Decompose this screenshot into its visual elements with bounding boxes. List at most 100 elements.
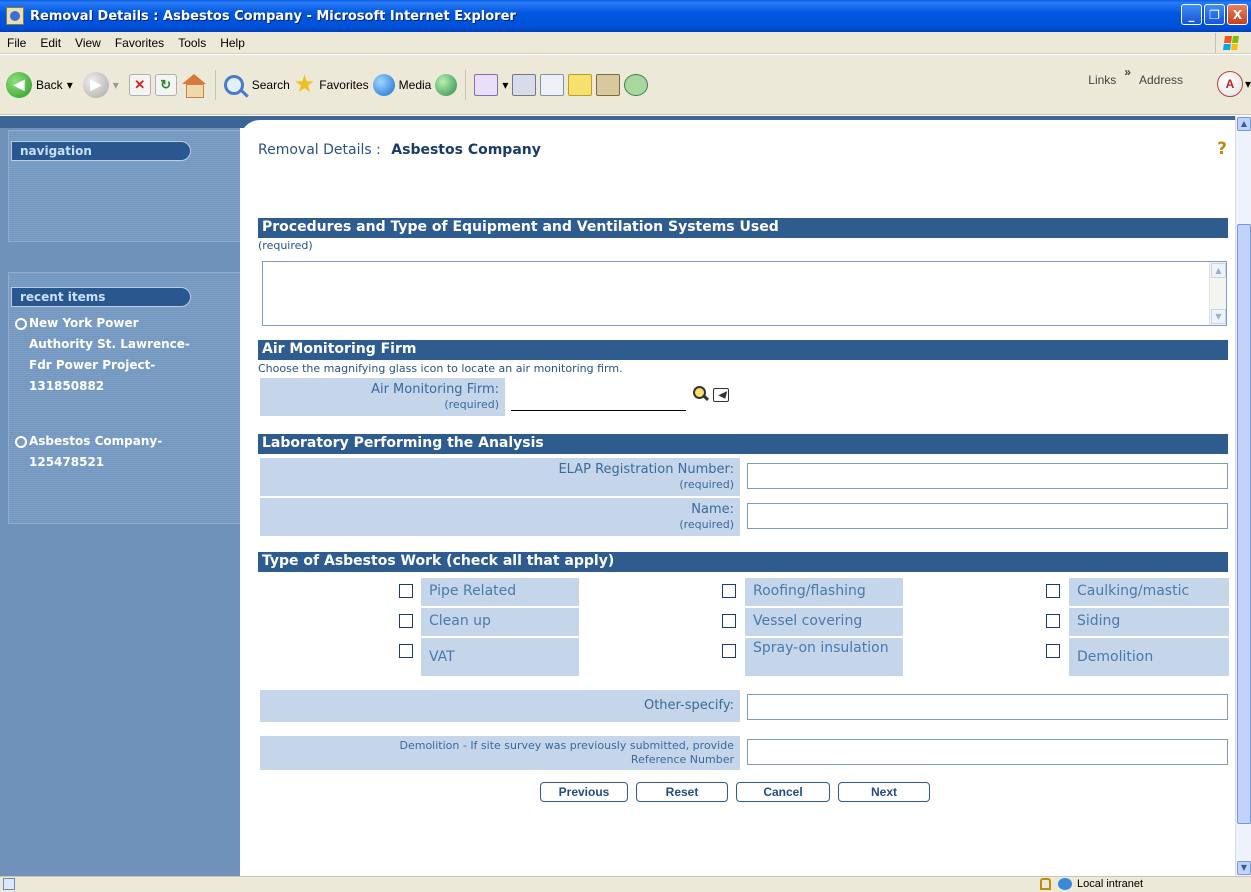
- browser-content: navigation recent items New York Power A…: [0, 116, 1235, 876]
- sidebar: navigation recent items New York Power A…: [0, 116, 240, 876]
- menu-tools[interactable]: Tools: [171, 36, 213, 50]
- scroll-up-icon[interactable]: ▲: [1211, 263, 1226, 278]
- procedures-textarea[interactable]: ▲ ▼: [262, 261, 1227, 326]
- mail-icon[interactable]: [474, 73, 499, 96]
- recent-item-line: Asbestos Company-: [29, 434, 163, 448]
- help-icon[interactable]: ?: [1217, 139, 1227, 159]
- favorites-button-label[interactable]: Favorites: [319, 78, 368, 92]
- back-dropdown-icon[interactable]: ▾: [67, 78, 73, 92]
- links-label[interactable]: Links: [1088, 73, 1116, 87]
- reset-button[interactable]: Reset: [636, 782, 728, 802]
- menu-view[interactable]: View: [68, 36, 108, 50]
- recent-item[interactable]: Asbestos Company- 125478521: [15, 431, 237, 473]
- media-button-label[interactable]: Media: [399, 78, 432, 92]
- refresh-icon[interactable]: ↻: [154, 73, 177, 96]
- menu-help[interactable]: Help: [213, 36, 252, 50]
- magnifying-glass-icon[interactable]: [693, 386, 709, 402]
- window-controls: _ ❐ X: [1181, 4, 1248, 25]
- checkbox-vat[interactable]: [399, 644, 413, 658]
- label-clean-up: Clean up: [421, 608, 579, 636]
- procedures-required-note: (required): [258, 239, 313, 252]
- menu-favorites[interactable]: Favorites: [108, 36, 171, 50]
- messenger-icon[interactable]: [624, 73, 649, 96]
- recent-item-line: 125478521: [29, 455, 105, 469]
- air-monitoring-label: Air Monitoring Firm:: [371, 382, 499, 397]
- media-icon[interactable]: [372, 73, 395, 96]
- checkbox-caulking-mastic[interactable]: [1046, 584, 1060, 598]
- air-monitoring-label-cell: Air Monitoring Firm: (required): [260, 378, 505, 416]
- maximize-button[interactable]: ❐: [1204, 4, 1225, 25]
- scroll-up-icon[interactable]: ▲: [1237, 117, 1251, 131]
- links-chevron-icon[interactable]: »: [1124, 65, 1131, 79]
- other-specify-input[interactable]: [747, 694, 1228, 720]
- cancel-button[interactable]: Cancel: [736, 782, 830, 802]
- lab-name-label-cell: Name: (required): [260, 498, 740, 536]
- edit-icon[interactable]: [540, 73, 565, 96]
- lab-name-input[interactable]: [747, 503, 1228, 529]
- forward-dropdown-icon[interactable]: ▾: [113, 78, 119, 92]
- recent-item-line: Authority St. Lawrence-: [29, 337, 190, 351]
- back-arrow-icon[interactable]: ◀: [6, 71, 32, 98]
- page-scrollbar[interactable]: ▲ ▼: [1235, 116, 1251, 876]
- window-title-bar[interactable]: Removal Details : Asbestos Company - Mic…: [0, 0, 1251, 32]
- elap-registration-input[interactable]: [747, 463, 1228, 489]
- elap-label-cell: ELAP Registration Number: (required): [260, 458, 740, 496]
- stop-icon[interactable]: ✕: [128, 73, 151, 96]
- menu-edit[interactable]: Edit: [33, 36, 68, 50]
- recent-item[interactable]: New York Power Authority St. Lawrence- F…: [15, 313, 237, 397]
- page-title-prefix: Removal Details :: [258, 142, 381, 158]
- minimize-button[interactable]: _: [1181, 4, 1202, 25]
- header-curve: [240, 120, 1235, 140]
- recent-item-line: 131850882: [29, 379, 105, 393]
- label-vat: VAT: [421, 638, 579, 676]
- search-icon[interactable]: [223, 74, 244, 95]
- research-icon[interactable]: [596, 73, 621, 96]
- history-icon[interactable]: [435, 73, 458, 96]
- select-pointer-icon[interactable]: [713, 388, 729, 402]
- label-caulking-mastic: Caulking/mastic: [1069, 578, 1229, 606]
- checkbox-roofing-flashing[interactable]: [722, 584, 736, 598]
- section-header-procedures: Procedures and Type of Equipment and Ven…: [258, 218, 1228, 238]
- textarea-scrollbar[interactable]: ▲ ▼: [1209, 262, 1226, 325]
- search-button-label[interactable]: Search: [252, 78, 290, 92]
- page-title: Removal Details : Asbestos Company: [258, 142, 541, 158]
- scroll-down-icon[interactable]: ▼: [1237, 861, 1251, 875]
- next-button[interactable]: Next: [838, 782, 930, 802]
- menu-file[interactable]: File: [0, 36, 33, 50]
- page-status-icon: [3, 878, 15, 890]
- ie-page-icon: [6, 7, 24, 25]
- elap-required: (required): [679, 478, 734, 491]
- label-pipe-related: Pipe Related: [421, 578, 579, 606]
- scroll-down-icon[interactable]: ▼: [1211, 309, 1226, 324]
- favorites-star-icon[interactable]: ★: [294, 72, 316, 97]
- back-button-label[interactable]: Back: [36, 78, 63, 92]
- previous-button[interactable]: Previous: [540, 782, 628, 802]
- checkbox-siding[interactable]: [1046, 614, 1060, 628]
- windows-logo-icon: [1215, 33, 1245, 53]
- pdf-dropdown-icon[interactable]: ▾: [1245, 77, 1251, 91]
- checkbox-vessel-covering[interactable]: [722, 614, 736, 628]
- demolition-reference-input[interactable]: [747, 739, 1228, 765]
- address-label[interactable]: Address: [1139, 73, 1183, 87]
- forward-arrow-icon[interactable]: ▶: [82, 71, 109, 98]
- home-icon[interactable]: [181, 73, 207, 98]
- air-monitoring-firm-field[interactable]: [511, 410, 686, 411]
- section-header-air-monitoring: Air Monitoring Firm: [258, 340, 1228, 360]
- label-vessel-covering: Vessel covering: [745, 608, 903, 636]
- print-icon[interactable]: [512, 73, 537, 96]
- checkbox-spray-on-insulation[interactable]: [722, 644, 736, 658]
- navigation-header[interactable]: navigation: [11, 141, 191, 161]
- recent-items-header[interactable]: recent items: [11, 287, 191, 307]
- checkbox-demolition[interactable]: [1046, 644, 1060, 658]
- lab-name-label: Name:: [691, 502, 734, 517]
- intranet-zone-icon: [1058, 878, 1072, 890]
- scrollbar-thumb[interactable]: [1237, 224, 1251, 824]
- pdf-icon[interactable]: A: [1217, 71, 1243, 97]
- checkbox-pipe-related[interactable]: [399, 584, 413, 598]
- discuss-icon[interactable]: [568, 73, 593, 96]
- form-buttons: Previous Reset Cancel Next: [540, 782, 930, 802]
- checkbox-clean-up[interactable]: [399, 614, 413, 628]
- close-button[interactable]: X: [1227, 4, 1248, 25]
- mail-dropdown-icon[interactable]: ▾: [502, 78, 508, 92]
- toolbar-separator: [465, 69, 467, 100]
